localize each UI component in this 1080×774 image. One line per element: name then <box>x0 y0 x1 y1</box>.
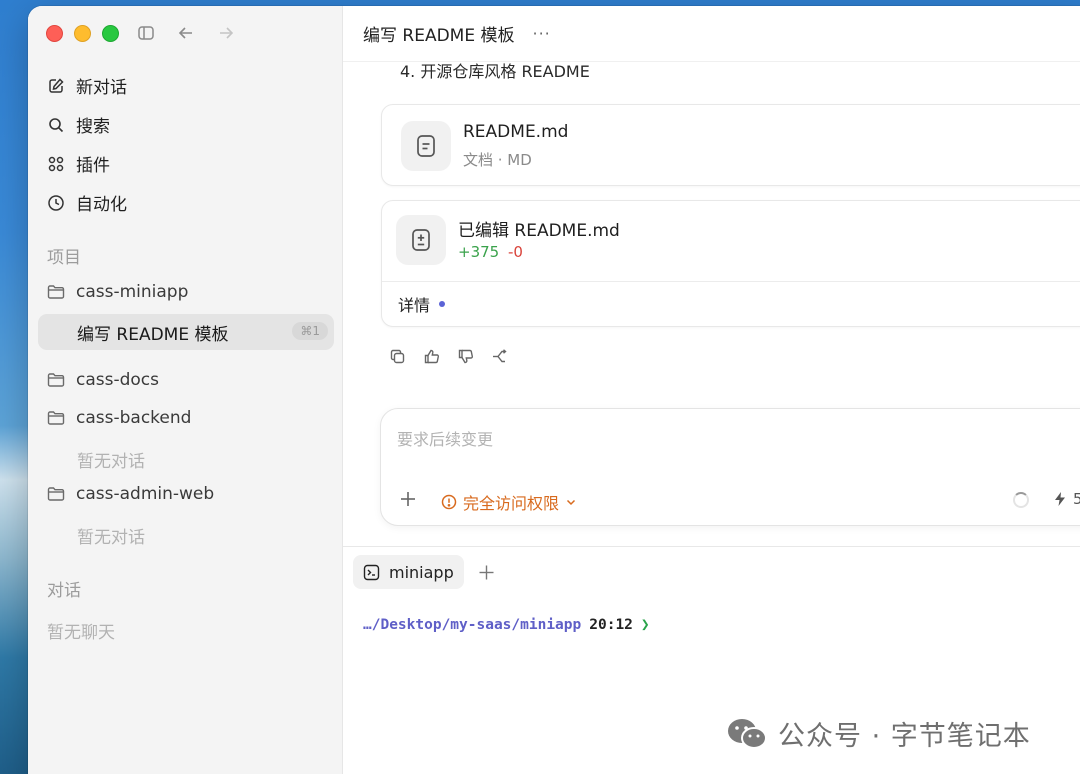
edit-card: 已编辑 README.md +375 -0 详情 <box>381 200 1080 327</box>
window-controls <box>46 25 119 42</box>
new-chat-button[interactable]: 新对话 <box>38 66 334 105</box>
sidebar-toggle-icon[interactable] <box>136 23 156 43</box>
minimize-window-button[interactable] <box>74 25 91 42</box>
chats-section-label: 对话 <box>47 581 81 601</box>
watermark: 公众号 · 字节笔记本 <box>726 714 1031 753</box>
composer-input[interactable]: 要求后续变更 <box>397 426 493 450</box>
sidebar-nav: 新对话 搜索 插件 自动化 <box>38 66 334 222</box>
prompt-time: 20:12 <box>589 617 633 633</box>
plugins-label: 插件 <box>76 156 110 176</box>
details-toggle[interactable]: 详情 <box>398 292 446 316</box>
prompt-path: …/Desktop/my-saas/miniapp <box>363 617 582 633</box>
app-window: 新对话 搜索 插件 自动化 项目 cass-miniapp 编写 README … <box>28 6 1080 774</box>
main-panel: 编写 README 模板 ··· 4. 开源仓库风格 README README… <box>343 6 1080 774</box>
warning-icon <box>441 494 457 510</box>
project-name: cass-miniapp <box>76 282 189 302</box>
permission-label: 完全访问权限 <box>463 494 560 513</box>
maximize-window-button[interactable] <box>102 25 119 42</box>
shortcut-badge: ⌘1 <box>292 322 328 340</box>
terminal-tab-label: miniapp <box>389 562 454 582</box>
project-name: cass-docs <box>76 370 160 390</box>
thread-item-active[interactable]: 编写 README 模板 ⌘1 <box>38 314 334 350</box>
document-icon <box>401 121 451 171</box>
more-options-button[interactable]: ··· <box>533 24 551 43</box>
close-window-button[interactable] <box>46 25 63 42</box>
sidebar-toolbar <box>136 23 236 43</box>
model-selector[interactable]: 5 <box>1053 490 1080 508</box>
add-terminal-button[interactable] <box>476 561 498 583</box>
deletions-count: -0 <box>507 243 523 261</box>
model-label: 5 <box>1073 490 1080 508</box>
plugins-button[interactable]: 插件 <box>38 144 334 183</box>
search-button[interactable]: 搜索 <box>38 105 334 144</box>
thread-header: 编写 README 模板 ··· <box>343 6 1080 62</box>
new-chat-label: 新对话 <box>76 78 127 98</box>
terminal-icon <box>363 564 380 581</box>
clock-icon <box>46 193 66 213</box>
forward-arrow-icon[interactable] <box>216 23 236 43</box>
thread-title: 编写 README 模板 <box>363 26 515 46</box>
folder-icon <box>46 484 66 504</box>
plugins-icon <box>46 154 66 174</box>
composer[interactable]: 要求后续变更 完全访问权限 5 <box>380 408 1080 526</box>
automation-label: 自动化 <box>76 195 127 215</box>
diff-icon <box>396 215 446 265</box>
message-list-item: 4. 开源仓库风格 README <box>400 62 590 81</box>
card-divider <box>382 281 1080 282</box>
back-arrow-icon[interactable] <box>176 23 196 43</box>
terminal-prompt[interactable]: …/Desktop/my-saas/miniapp 20:12 ❯ <box>363 617 650 633</box>
prompt-caret: ❯ <box>640 617 650 633</box>
folder-icon <box>46 408 66 428</box>
diff-stats: +375 -0 <box>458 243 523 261</box>
empty-chats-text: 暂无聊天 <box>47 623 115 643</box>
folder-icon <box>46 282 66 302</box>
terminal-tabs: miniapp <box>353 555 498 589</box>
thumbs-down-icon[interactable] <box>456 347 474 365</box>
empty-threads-text: 暂无对话 <box>77 528 145 548</box>
message-actions <box>388 347 508 365</box>
details-label: 详情 <box>398 296 431 315</box>
watermark-text: 公众号 · 字节笔记本 <box>778 721 1031 752</box>
project-name: cass-backend <box>76 408 192 428</box>
project-cass-docs[interactable]: cass-docs <box>38 362 334 398</box>
wechat-icon <box>726 717 768 751</box>
file-card[interactable]: README.md 文档 · MD <box>381 104 1080 186</box>
file-name: README.md <box>463 122 569 142</box>
copy-icon[interactable] <box>388 347 406 365</box>
empty-threads-text: 暂无对话 <box>77 452 145 472</box>
bolt-icon <box>1055 492 1065 506</box>
sidebar: 新对话 搜索 插件 自动化 项目 cass-miniapp 编写 README … <box>28 6 343 774</box>
automation-button[interactable]: 自动化 <box>38 183 334 222</box>
fork-icon[interactable] <box>490 347 508 365</box>
status-dot <box>439 301 446 307</box>
terminal-tab[interactable]: miniapp <box>353 555 464 589</box>
projects-section-label: 项目 <box>47 248 81 268</box>
folder-icon <box>46 370 66 390</box>
edit-title: 已编辑 README.md <box>458 221 620 241</box>
project-cass-miniapp[interactable]: cass-miniapp <box>38 274 334 310</box>
chevron-down-icon <box>565 496 577 508</box>
edit-icon <box>46 76 66 96</box>
loading-spinner-icon <box>1013 492 1029 508</box>
add-attachment-button[interactable] <box>397 488 419 510</box>
project-cass-admin-web[interactable]: cass-admin-web <box>38 476 334 512</box>
additions-count: +375 <box>458 243 500 261</box>
thumbs-up-icon[interactable] <box>422 347 440 365</box>
thread-title: 编写 README 模板 <box>77 324 229 345</box>
permission-selector[interactable]: 完全访问权限 <box>441 490 577 514</box>
file-meta: 文档 · MD <box>463 151 532 169</box>
search-icon <box>46 115 66 135</box>
search-label: 搜索 <box>76 117 110 137</box>
project-name: cass-admin-web <box>76 484 215 504</box>
project-cass-backend[interactable]: cass-backend <box>38 400 334 436</box>
